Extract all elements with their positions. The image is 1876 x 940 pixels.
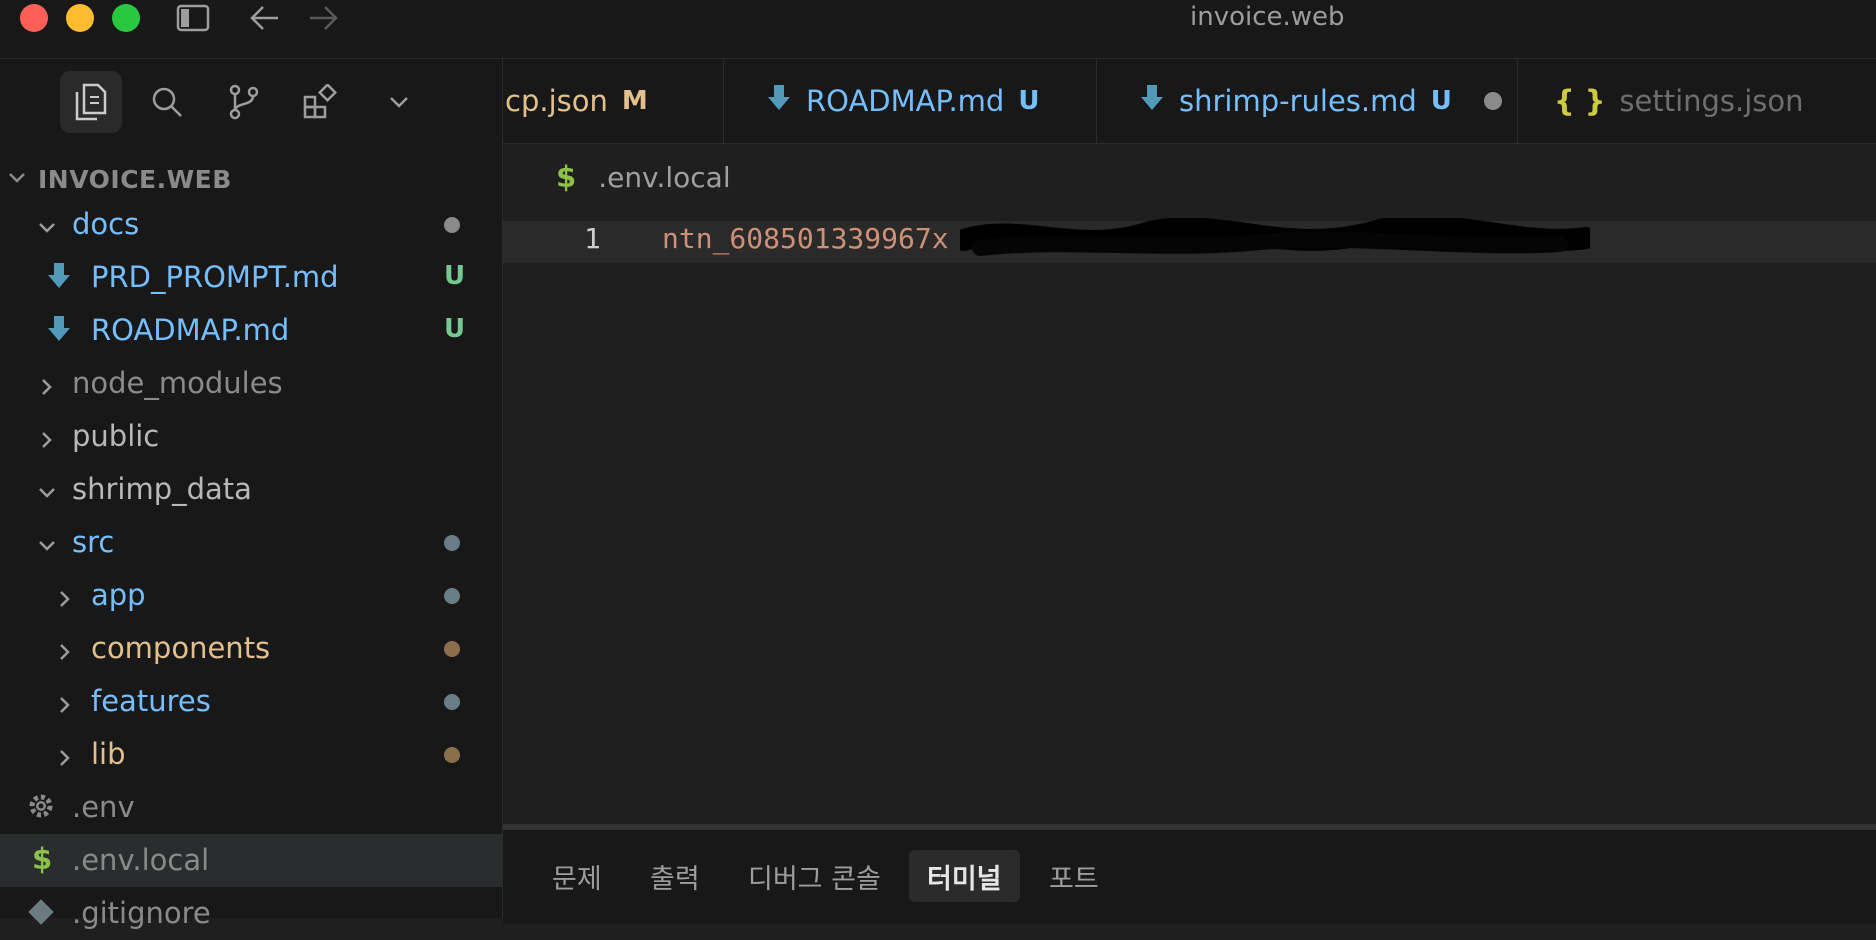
explorer-icon[interactable] — [60, 71, 122, 133]
panel-tab-ports[interactable]: 포트 — [1031, 850, 1117, 902]
title-bar: invoice.web — [0, 0, 1876, 59]
chevron-right-icon — [54, 583, 76, 617]
editor-tab-bar: ıcp.json M ROADMAP.md U shrimp-rules.md … — [503, 59, 1876, 144]
tree-item-label: .env — [72, 790, 135, 824]
tree-file-env[interactable]: .env — [0, 781, 502, 834]
tree-item-label: public — [72, 419, 160, 453]
tab-settings-json[interactable]: { } settings.json — [1518, 59, 1876, 143]
chevron-down-icon — [36, 212, 58, 246]
tree-item-label: features — [91, 684, 211, 718]
chevron-down-icon — [6, 167, 28, 193]
tree-file-env-local[interactable]: $ .env.local — [0, 834, 502, 887]
modified-dot — [444, 535, 460, 551]
untracked-badge: U — [1018, 86, 1040, 116]
modified-badge: M — [621, 86, 648, 116]
tab-label: ıcp.json — [503, 84, 608, 118]
minimize-window-button[interactable] — [66, 4, 94, 32]
chevron-right-icon — [54, 742, 76, 776]
tree-item-label: .gitignore — [72, 896, 211, 930]
tree-folder-node-modules[interactable]: node_modules — [0, 357, 502, 410]
panel-tab-terminal[interactable]: 터미널 — [909, 850, 1020, 902]
gear-icon — [26, 791, 56, 828]
explorer-title: INVOICE.WEB — [38, 164, 232, 194]
unsaved-dot-icon[interactable] — [1483, 92, 1502, 110]
modified-dot — [444, 694, 460, 710]
tree-item-label: lib — [91, 737, 126, 771]
chevron-right-icon — [54, 689, 76, 723]
json-braces-icon: { } — [1554, 84, 1606, 118]
tree-file-prd-prompt[interactable]: PRD_PROMPT.md U — [0, 251, 502, 304]
chevron-right-icon — [36, 371, 58, 405]
breadcrumb-file: .env.local — [598, 160, 731, 194]
source-control-icon[interactable] — [213, 71, 275, 133]
code-line[interactable]: ntn_608501339967x — [662, 222, 949, 255]
search-icon[interactable] — [136, 71, 198, 133]
tree-item-label: node_modules — [72, 366, 283, 400]
tree-folder-features[interactable]: features — [0, 675, 502, 728]
extensions-icon[interactable] — [289, 71, 351, 133]
window-title: invoice.web — [1190, 2, 1345, 32]
untracked-badge: U — [1430, 86, 1452, 116]
tree-item-label: components — [91, 631, 271, 665]
tab-label: ROADMAP.md — [806, 84, 1005, 118]
modified-dot — [444, 641, 460, 657]
line-number: 1 — [584, 222, 601, 255]
tab-label: settings.json — [1619, 84, 1804, 118]
tree-item-label: .env.local — [72, 843, 210, 877]
tree-item-label: ROADMAP.md — [91, 313, 290, 347]
tree-item-label: app — [91, 578, 146, 612]
breadcrumb[interactable]: $ .env.local — [556, 160, 731, 194]
activity-bar — [0, 59, 502, 145]
tree-file-gitignore[interactable]: .gitignore — [0, 887, 502, 940]
tab-shrimp-rules-md[interactable]: shrimp-rules.md U — [1097, 59, 1518, 143]
untracked-badge: U — [444, 261, 466, 291]
untracked-badge: U — [444, 314, 466, 344]
chevron-down-icon — [36, 477, 58, 511]
markdown-file-icon — [46, 261, 72, 298]
tree-folder-components[interactable]: components — [0, 622, 502, 675]
tree-folder-shrimp-data[interactable]: shrimp_data — [0, 463, 502, 516]
sidebar: INVOICE.WEB docs PRD_PROMPT.md U ROADMAP… — [0, 59, 503, 930]
tab-label: shrimp-rules.md — [1179, 84, 1417, 118]
back-arrow-icon[interactable] — [248, 2, 282, 38]
markdown-file-icon — [46, 314, 72, 351]
bottom-panel: 문제 출력 디버그 콘솔 터미널 포트 — [503, 824, 1876, 924]
markdown-file-icon — [1139, 83, 1165, 120]
tree-item-label: PRD_PROMPT.md — [91, 260, 339, 294]
chevron-right-icon — [36, 424, 58, 458]
tree-folder-docs[interactable]: docs — [0, 198, 502, 251]
git-icon — [26, 897, 56, 934]
tree-item-label: shrimp_data — [72, 472, 252, 506]
forward-arrow-icon[interactable] — [306, 2, 340, 38]
chevron-down-icon[interactable] — [368, 71, 430, 133]
tree-folder-src[interactable]: src — [0, 516, 502, 569]
panel-tab-output[interactable]: 출력 — [632, 850, 718, 902]
maximize-window-button[interactable] — [112, 4, 140, 32]
dollar-sign-icon: $ — [556, 160, 577, 194]
tree-folder-public[interactable]: public — [0, 410, 502, 463]
modified-dot — [444, 588, 460, 604]
tree-item-label: src — [72, 525, 115, 559]
modified-dot — [444, 747, 460, 763]
chevron-right-icon — [54, 636, 76, 670]
tree-item-label: docs — [72, 207, 140, 241]
tab-mcp-json[interactable]: ıcp.json M — [503, 59, 724, 143]
panel-tab-problems[interactable]: 문제 — [534, 850, 620, 902]
redaction-scribble — [960, 218, 1590, 256]
toggle-sidebar-icon[interactable] — [176, 2, 210, 38]
modified-dot — [444, 217, 460, 233]
panel-tab-debug-console[interactable]: 디버그 콘솔 — [730, 850, 899, 902]
dollar-sign-icon: $ — [32, 842, 53, 876]
markdown-file-icon — [766, 83, 792, 120]
tab-roadmap-md[interactable]: ROADMAP.md U — [724, 59, 1097, 143]
close-window-button[interactable] — [20, 4, 48, 32]
chevron-down-icon — [36, 530, 58, 564]
tree-folder-lib[interactable]: lib — [0, 728, 502, 781]
explorer-section-header[interactable]: INVOICE.WEB — [0, 155, 502, 203]
tree-file-roadmap[interactable]: ROADMAP.md U — [0, 304, 502, 357]
tree-folder-app[interactable]: app — [0, 569, 502, 622]
